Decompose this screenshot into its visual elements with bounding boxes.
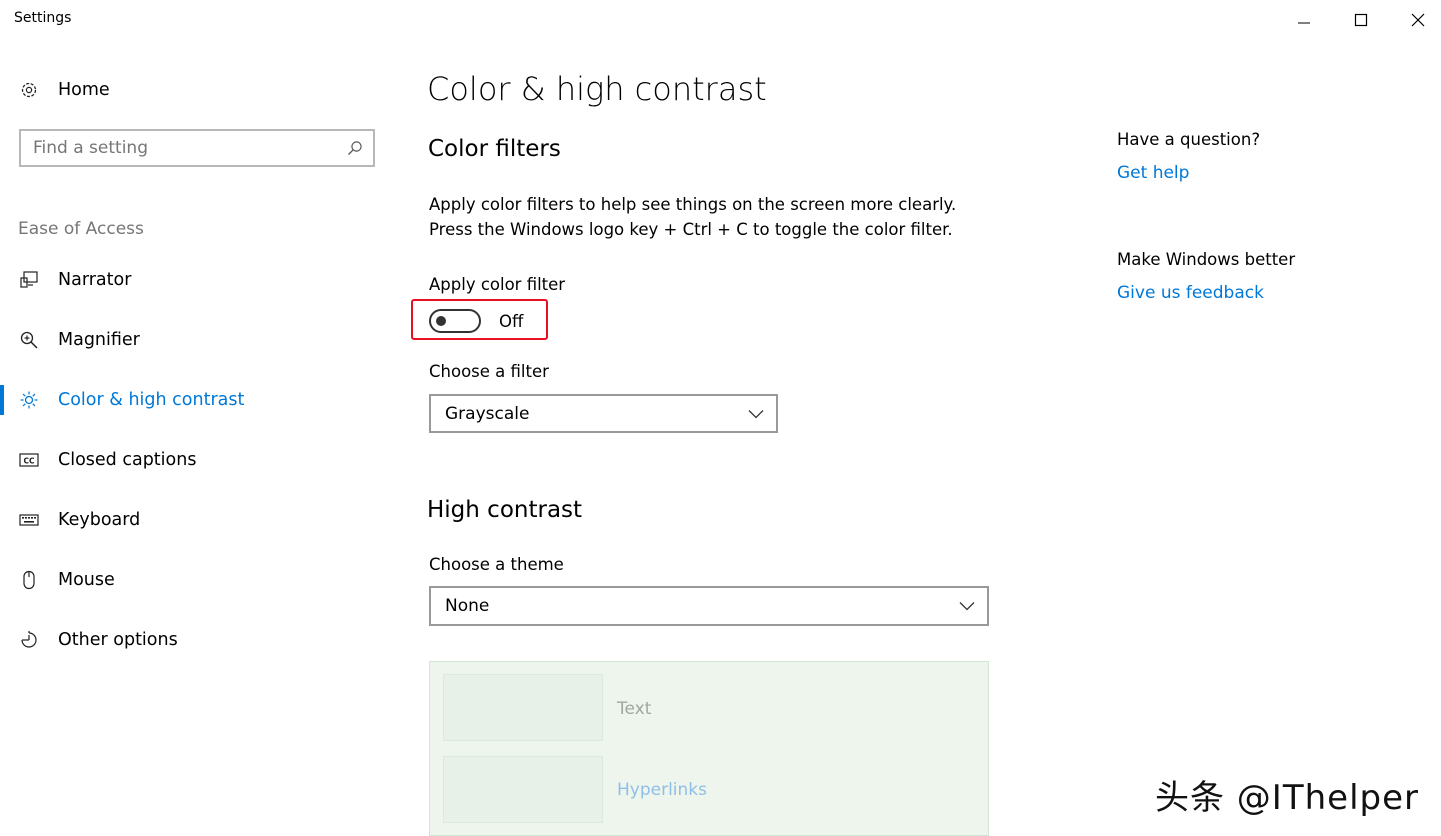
timer-icon <box>18 629 40 651</box>
svg-text:CC: CC <box>23 457 35 466</box>
choose-filter-label: Choose a filter <box>429 362 549 381</box>
color-filters-description-1: Apply color filters to help see things o… <box>429 195 957 214</box>
cc-icon: CC <box>18 449 40 471</box>
keyboard-icon <box>18 509 40 531</box>
sidebar-item-label: Magnifier <box>58 330 140 350</box>
maximize-button[interactable] <box>1332 0 1390 40</box>
sidebar-item-label: Other options <box>58 630 178 650</box>
search-input[interactable] <box>21 137 347 159</box>
theme-preview: Text Hyperlinks <box>429 661 989 836</box>
give-feedback-link[interactable]: Give us feedback <box>1117 283 1264 303</box>
minimize-button[interactable] <box>1275 0 1333 40</box>
apply-filter-toggle[interactable] <box>429 309 481 333</box>
watermark: 头条 @IThelper <box>1155 778 1419 818</box>
sidebar-item-label: Narrator <box>58 270 132 290</box>
sidebar-home[interactable]: Home <box>0 70 390 110</box>
hyperlink-swatch <box>443 756 603 823</box>
chevron-down-icon <box>959 602 975 611</box>
theme-dropdown-value: None <box>445 596 490 616</box>
feedback-heading: Make Windows better <box>1117 250 1296 269</box>
apply-filter-label: Apply color filter <box>429 275 566 294</box>
toggle-state-label: Off <box>499 312 524 331</box>
theme-dropdown[interactable]: None <box>429 586 989 626</box>
sidebar-item-closed-captions[interactable]: CC Closed captions <box>0 440 390 480</box>
question-heading: Have a question? <box>1117 130 1261 149</box>
text-swatch <box>443 674 603 741</box>
gear-icon <box>18 79 40 101</box>
sidebar-item-narrator[interactable]: Narrator <box>0 260 390 300</box>
color-filters-heading: Color filters <box>428 136 561 162</box>
mouse-icon <box>18 569 40 591</box>
sidebar-item-label: Color & high contrast <box>58 390 245 410</box>
close-icon <box>1411 13 1425 27</box>
preview-text-label: Text <box>617 699 652 719</box>
sidebar-home-label: Home <box>58 80 110 100</box>
page-title: Color & high contrast <box>427 70 767 108</box>
category-label: Ease of Access <box>18 219 144 239</box>
get-help-link[interactable]: Get help <box>1117 163 1189 183</box>
sidebar-item-color-high-contrast[interactable]: Color & high contrast <box>0 380 390 420</box>
sidebar-item-label: Keyboard <box>58 510 141 530</box>
sidebar-item-label: Closed captions <box>58 450 197 470</box>
chevron-down-icon <box>748 409 764 418</box>
maximize-icon <box>1354 13 1368 27</box>
high-contrast-heading: High contrast <box>427 497 583 523</box>
preview-hyperlinks-label: Hyperlinks <box>617 780 708 800</box>
filter-dropdown[interactable]: Grayscale <box>429 394 778 433</box>
window-title: Settings <box>14 10 72 26</box>
minimize-icon <box>1298 22 1310 24</box>
choose-theme-label: Choose a theme <box>429 555 564 574</box>
color-filters-description-2: Press the Windows logo key + Ctrl + C to… <box>429 220 953 239</box>
close-button[interactable] <box>1389 0 1441 40</box>
search-icon[interactable] <box>347 140 363 156</box>
magnifier-icon <box>18 329 40 351</box>
search-box[interactable] <box>19 129 375 167</box>
brightness-icon <box>18 389 40 411</box>
sidebar-item-label: Mouse <box>58 570 115 590</box>
sidebar-item-mouse[interactable]: Mouse <box>0 560 390 600</box>
sidebar-item-keyboard[interactable]: Keyboard <box>0 500 390 540</box>
filter-dropdown-value: Grayscale <box>445 403 530 424</box>
sidebar-item-magnifier[interactable]: Magnifier <box>0 320 390 360</box>
narrator-icon <box>18 269 40 291</box>
toggle-knob <box>436 316 446 326</box>
sidebar-item-other-options[interactable]: Other options <box>0 620 390 660</box>
